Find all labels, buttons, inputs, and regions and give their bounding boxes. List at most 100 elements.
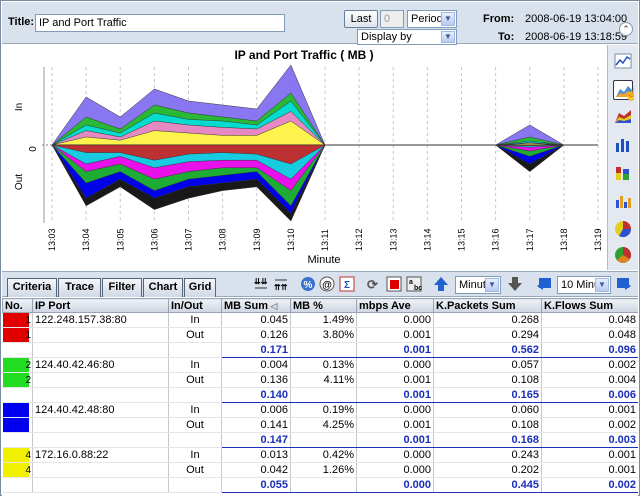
- to-datetime: 2008-06-19 13:18:59: [525, 31, 628, 43]
- subtotal-mb-sum: 0.147: [221, 432, 291, 448]
- direction-cell: Out: [168, 417, 222, 433]
- mb-pct-cell: 0.42%: [290, 447, 357, 463]
- unit-select[interactable]: Minute ▼: [455, 276, 501, 294]
- col-header-kflows-sum[interactable]: K.Flows Sum: [541, 298, 638, 313]
- x-tick-label: 13:11: [320, 229, 330, 251]
- subtotal-kpackets: 0.165: [433, 387, 542, 403]
- row-number: 2: [25, 360, 31, 371]
- back-icon[interactable]: [535, 275, 553, 293]
- row-number: 1: [25, 330, 31, 341]
- area-chart-icon[interactable]: ☝: [613, 80, 639, 101]
- mb-sum-cell: 0.045: [221, 312, 291, 328]
- row-number: 1: [25, 315, 31, 326]
- mb-pct-cell: 0.19%: [290, 402, 357, 418]
- kpackets-cell: 0.268: [433, 312, 542, 328]
- subtotal-row[interactable]: 0.171 0.001 0.562 0.096: [2, 342, 638, 358]
- pie-chart-icon[interactable]: [613, 219, 633, 239]
- from-datetime: 2008-06-19 13:04:00: [525, 13, 628, 25]
- ip-port-cell: [32, 327, 169, 343]
- kflows-cell: 0.001: [541, 402, 638, 418]
- table-row[interactable]: Out 0.141 4.25% 0.001 0.108 0.002: [2, 417, 638, 433]
- percent-icon[interactable]: %: [299, 275, 317, 293]
- title-label: Title:: [8, 16, 35, 28]
- subtotal-empty: [168, 342, 222, 358]
- subtotal-row[interactable]: 0.147 0.001 0.168 0.003: [2, 432, 638, 448]
- col-header-in-out[interactable]: In/Out: [168, 298, 222, 313]
- kflows-cell: 0.004: [541, 372, 638, 388]
- mb-pct-cell: 0.13%: [290, 357, 357, 373]
- row-number: 4: [25, 450, 31, 461]
- tab-filter[interactable]: Filter: [102, 278, 142, 297]
- col-header-mbps-ave[interactable]: mbps Ave: [356, 298, 434, 313]
- col-header-mb-pct[interactable]: MB %: [290, 298, 357, 313]
- collapse-icon[interactable]: ⌃: [619, 22, 633, 36]
- multi-pie-icon[interactable]: [613, 245, 633, 265]
- from-label: From:: [483, 13, 515, 25]
- table-row[interactable]: 4 Out 0.042 1.26% 0.000 0.202 0.001: [2, 462, 638, 478]
- last-button[interactable]: Last: [344, 10, 378, 28]
- chart-type-sidebar: ☝: [607, 45, 639, 270]
- x-tick-label: 13:13: [388, 228, 398, 251]
- text-format-icon[interactable]: a bc: [405, 275, 423, 293]
- subtotal-empty: [2, 477, 33, 493]
- subtotal-empty: [32, 342, 169, 358]
- subtotal-row[interactable]: 0.140 0.001 0.165 0.006: [2, 387, 638, 403]
- line-chart-icon[interactable]: [613, 51, 633, 71]
- x-tick-label: 13:08: [218, 228, 228, 251]
- table-row[interactable]: 2 124.40.42.46:80 In 0.004 0.13% 0.000 0.057 0.…: [2, 357, 638, 373]
- tab-criteria[interactable]: Criteria: [7, 278, 57, 297]
- kpackets-cell: 0.108: [433, 372, 542, 388]
- kpackets-cell: 0.294: [433, 327, 542, 343]
- title-input[interactable]: IP and Port Traffic: [35, 14, 285, 32]
- subtotal-mbps-ave: 0.001: [356, 432, 434, 448]
- tab-trace[interactable]: Trace: [58, 278, 101, 297]
- subtotal-kpackets: 0.168: [433, 432, 542, 448]
- sum-icon[interactable]: Σ: [338, 275, 356, 293]
- svg-text:%: %: [304, 280, 313, 291]
- arrow-up-icon[interactable]: [432, 275, 450, 293]
- mb-pct-cell: 4.25%: [290, 417, 357, 433]
- arrow-down-icon[interactable]: [506, 275, 524, 293]
- col-header-no[interactable]: No.: [2, 298, 33, 313]
- last-count-input[interactable]: 0: [380, 10, 404, 28]
- svg-text:⇊⇊: ⇊⇊: [254, 277, 268, 286]
- table-row[interactable]: 4 172.16.0.88:22 In 0.013 0.42% 0.000 0.243 0.0…: [2, 447, 638, 463]
- stacked-bar-icon[interactable]: [613, 163, 633, 183]
- table-row[interactable]: 124.40.42.48:80 In 0.006 0.19% 0.000 0.060 0.0…: [2, 402, 638, 418]
- subtotal-mbps-ave: 0.001: [356, 387, 434, 403]
- refresh-icon[interactable]: ⟳: [365, 275, 383, 293]
- mbps-ave-cell: 0.000: [356, 447, 434, 463]
- col-header-mb-sum[interactable]: MB Sum ◁: [221, 298, 291, 313]
- bar-chart-icon[interactable]: [613, 135, 633, 155]
- x-tick-label: 13:03: [47, 228, 57, 251]
- kflows-cell: 0.001: [541, 462, 638, 478]
- forward-icon[interactable]: [615, 275, 633, 293]
- grouped-bar-icon[interactable]: [613, 191, 633, 211]
- chart-svg: IP and Port Traffic ( MB ) In Out 0 13:0…: [14, 48, 603, 266]
- report-window: Title: IP and Port Traffic Last 0 Period…: [0, 0, 640, 496]
- ip-port-cell: [32, 372, 169, 388]
- row-color-cell: [2, 417, 33, 433]
- tab-grid[interactable]: Grid: [184, 278, 216, 297]
- table-row[interactable]: 2 Out 0.136 4.11% 0.001 0.108 0.004: [2, 372, 638, 388]
- group-icon[interactable]: ⇊⇊: [252, 275, 270, 293]
- display-by-select[interactable]: Display by ▼: [357, 29, 457, 45]
- average-icon[interactable]: @: [318, 275, 336, 293]
- row-color-cell: 4: [2, 447, 33, 463]
- ip-port-cell: 124.40.42.48:80: [32, 402, 169, 418]
- stacked-area-icon[interactable]: [613, 107, 633, 127]
- period-select[interactable]: Period ▼: [407, 10, 457, 28]
- table-row[interactable]: 1 Out 0.126 3.80% 0.001 0.294 0.048: [2, 327, 638, 343]
- col-header-kpackets-sum[interactable]: K.Packets Sum: [433, 298, 542, 313]
- subtotal-row[interactable]: 0.055 0.000 0.445 0.002: [2, 477, 638, 493]
- ungroup-icon[interactable]: ⇈⇈: [272, 275, 290, 293]
- tab-chart[interactable]: Chart: [143, 278, 183, 297]
- table-row[interactable]: 1 122.248.157.38:80 In 0.045 1.49% 0.000 0.268…: [2, 312, 638, 328]
- col-header-ip-port[interactable]: IP Port: [32, 298, 169, 313]
- mb-sum-cell: 0.013: [221, 447, 291, 463]
- color-icon[interactable]: [385, 275, 403, 293]
- mb-pct-cell: 4.11%: [290, 372, 357, 388]
- mbps-ave-cell: 0.001: [356, 417, 434, 433]
- interval-select[interactable]: 10 Minu ▼: [557, 276, 611, 294]
- subtotal-empty: [168, 387, 222, 403]
